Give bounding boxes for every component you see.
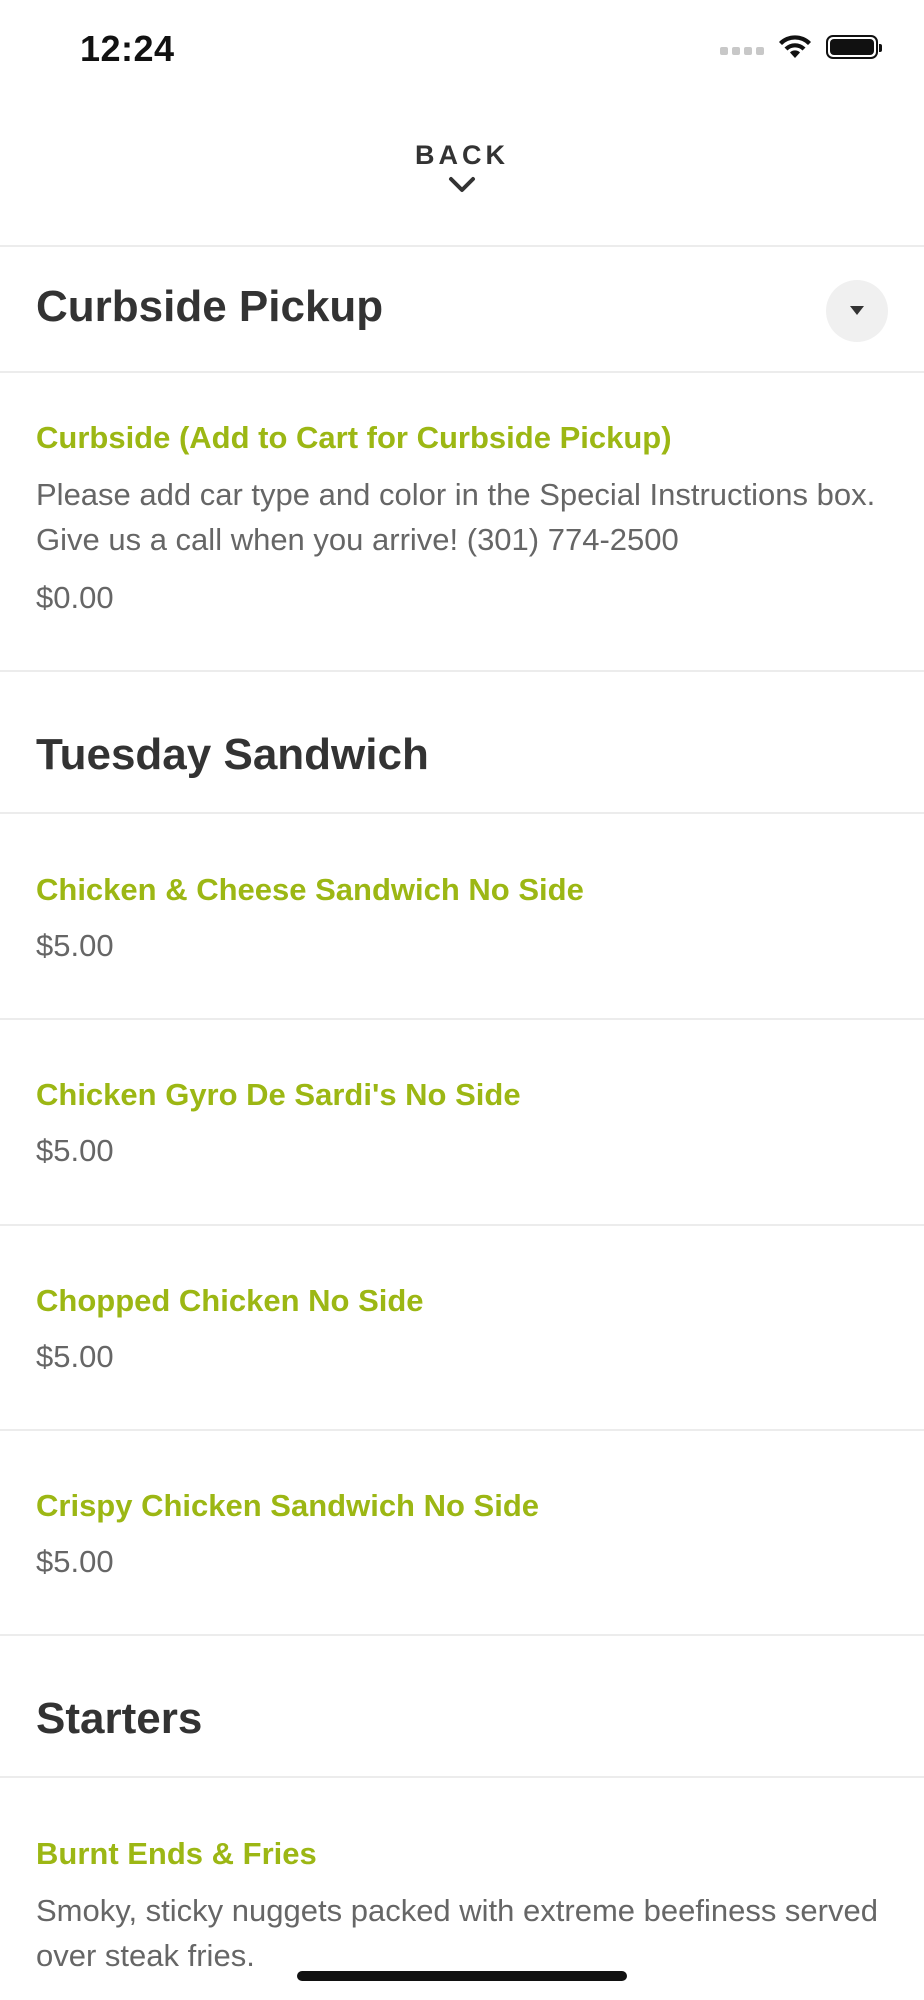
menu-item-chopped-chicken[interactable]: Chopped Chicken No Side $5.00 — [36, 1281, 888, 1377]
status-bar: 12:24 — [0, 0, 924, 100]
menu-item-chicken-gyro[interactable]: Chicken Gyro De Sardi's No Side $5.00 — [36, 1075, 888, 1171]
wifi-icon — [779, 35, 811, 58]
menu-item-price: $5.00 — [36, 1339, 114, 1374]
menu-item-price: $5.00 — [36, 1544, 114, 1579]
divider — [0, 371, 924, 373]
menu-item-price: $0.00 — [36, 580, 114, 615]
divider — [0, 1429, 924, 1431]
menu-item-price: $5.00 — [36, 928, 114, 963]
menu-item-description: Please add car type and color in the Spe… — [36, 477, 876, 557]
menu-item-name: Chicken Gyro De Sardi's No Side — [36, 1077, 521, 1112]
menu-item-crispy-chicken-sandwich[interactable]: Crispy Chicken Sandwich No Side $5.00 — [36, 1486, 888, 1582]
menu-item-name: Chopped Chicken No Side — [36, 1283, 424, 1318]
back-button[interactable]: BACK — [0, 130, 924, 225]
menu-item-name: Burnt Ends & Fries — [36, 1836, 317, 1871]
menu-item-price: $5.00 — [36, 1133, 114, 1168]
collapse-section-button[interactable] — [826, 280, 888, 342]
battery-icon — [826, 35, 882, 59]
menu-item-curbside[interactable]: Curbside (Add to Cart for Curbside Picku… — [36, 418, 888, 618]
home-indicator[interactable] — [297, 1971, 627, 1981]
menu-item-chicken-cheese-sandwich[interactable]: Chicken & Cheese Sandwich No Side $5.00 — [36, 870, 888, 966]
menu-item-name: Crispy Chicken Sandwich No Side — [36, 1488, 540, 1523]
section-title-curbside-pickup: Curbside Pickup — [36, 282, 384, 331]
divider — [0, 1776, 924, 1778]
divider — [0, 812, 924, 814]
menu-item-name: Curbside (Add to Cart for Curbside Picku… — [36, 420, 672, 455]
menu-item-burnt-ends-fries[interactable]: Burnt Ends & Fries Smoky, sticky nuggets… — [36, 1834, 888, 1978]
divider — [0, 1634, 924, 1636]
back-label: BACK — [415, 140, 509, 170]
menu-item-description: Smoky, sticky nuggets packed with extrem… — [36, 1893, 878, 1973]
divider — [0, 670, 924, 672]
divider — [0, 1018, 924, 1020]
status-icons — [720, 34, 882, 60]
cellular-signal-icon — [720, 47, 764, 55]
status-time: 12:24 — [80, 28, 175, 69]
section-title-starters: Starters — [36, 1694, 203, 1743]
caret-down-icon — [850, 306, 864, 315]
divider — [0, 245, 924, 247]
menu-item-name: Chicken & Cheese Sandwich No Side — [36, 872, 584, 907]
chevron-down-icon — [449, 177, 475, 192]
divider — [0, 1224, 924, 1226]
section-title-tuesday-sandwich: Tuesday Sandwich — [36, 730, 429, 779]
